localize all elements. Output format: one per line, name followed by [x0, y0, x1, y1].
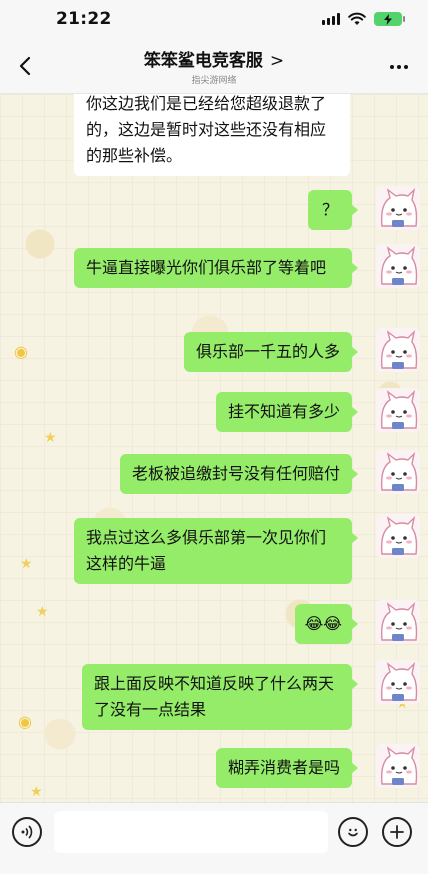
chat-subtitle: 指尖游网络 — [191, 76, 237, 86]
cat-avatar-icon[interactable] — [376, 328, 420, 372]
chat-header: 笨笨鲨电竞客服 > 指尖游网络 — [0, 38, 428, 94]
chat-area[interactable]: ★ ★ ★ ★ ★ ★ ★ ◉ ◉ ◉ 你这边我们是已经给您超级退款了的，这边是… — [0, 94, 428, 802]
cellular-signal-icon — [322, 13, 340, 25]
battery-charging-icon — [374, 12, 405, 26]
message-text: ？ — [321, 200, 338, 219]
input-bar — [0, 802, 428, 874]
voice-icon — [21, 825, 33, 839]
status-bar: 21:22 — [0, 0, 428, 38]
plus-button[interactable] — [382, 817, 412, 847]
message-text: 跟上面反映不知道反映了什么两天了没有一点结果 — [94, 674, 335, 719]
wifi-icon — [348, 12, 366, 25]
cat-avatar-icon[interactable] — [376, 244, 420, 288]
message-outgoing[interactable]: 俱乐部一千五的人多 — [183, 332, 359, 372]
cat-avatar-icon[interactable] — [376, 450, 420, 494]
star-icon: ★ — [36, 604, 49, 620]
message-outgoing[interactable]: 老板被追缴封号没有任何赔付 — [119, 454, 359, 494]
message-text: 我点过这么多俱乐部第一次见你们这样的牛逼 — [86, 528, 327, 573]
message-text: 牛逼直接曝光你们俱乐部了等着吧 — [86, 258, 327, 277]
cat-avatar-icon[interactable] — [376, 600, 420, 644]
star-icon: ★ — [20, 556, 33, 572]
more-button[interactable] — [390, 65, 408, 69]
message-outgoing[interactable]: 挂不知道有多少 — [215, 392, 359, 432]
chat-title-group[interactable]: 笨笨鲨电竞客服 > 指尖游网络 — [0, 46, 428, 86]
message-text: 老板被追缴封号没有任何赔付 — [131, 464, 340, 483]
chat-title[interactable]: 笨笨鲨电竞客服 — [144, 51, 263, 71]
message-text: 😂😂 — [304, 614, 342, 633]
message-outgoing[interactable]: 我点过这么多俱乐部第一次见你们这样的牛逼 — [74, 518, 358, 584]
cat-avatar-icon[interactable] — [376, 660, 420, 704]
status-time: 21:22 — [56, 9, 112, 29]
message-text: 挂不知道有多少 — [227, 402, 340, 421]
cat-avatar-icon[interactable] — [376, 514, 420, 558]
egg-icon: ◉ — [18, 712, 32, 731]
egg-icon: ◉ — [14, 342, 28, 361]
message-outgoing[interactable]: 跟上面反映不知道反映了什么两天了没有一点结果 — [82, 664, 358, 730]
message-outgoing[interactable]: ？ — [307, 190, 359, 230]
message-incoming[interactable]: 你这边我们是已经给您超级退款了的，这边是暂时对这些还没有相应的那些补偿。 — [74, 94, 350, 176]
voice-button[interactable] — [12, 817, 42, 847]
message-outgoing[interactable]: 糊弄消费者是吗 — [215, 748, 359, 788]
star-icon: ★ — [44, 430, 57, 446]
message-outgoing[interactable]: 牛逼直接曝光你们俱乐部了等着吧 — [74, 248, 358, 288]
emoji-button[interactable] — [338, 817, 368, 847]
status-icons — [322, 12, 405, 26]
message-outgoing[interactable]: 😂😂 — [294, 604, 359, 644]
emoji-icon — [348, 828, 358, 837]
message-text: 糊弄消费者是吗 — [227, 758, 340, 777]
message-input[interactable] — [54, 811, 328, 853]
message-text: 你这边我们是已经给您超级退款了的，这边是暂时对这些还没有相应的那些补偿。 — [86, 94, 327, 165]
star-icon: ★ — [30, 784, 43, 800]
chevron-right-icon: > — [269, 51, 285, 71]
cat-avatar-icon[interactable] — [376, 186, 420, 230]
cat-avatar-icon[interactable] — [376, 388, 420, 432]
plus-icon — [390, 825, 404, 839]
cat-avatar-icon[interactable] — [376, 744, 420, 788]
message-text: 俱乐部一千五的人多 — [195, 342, 340, 361]
